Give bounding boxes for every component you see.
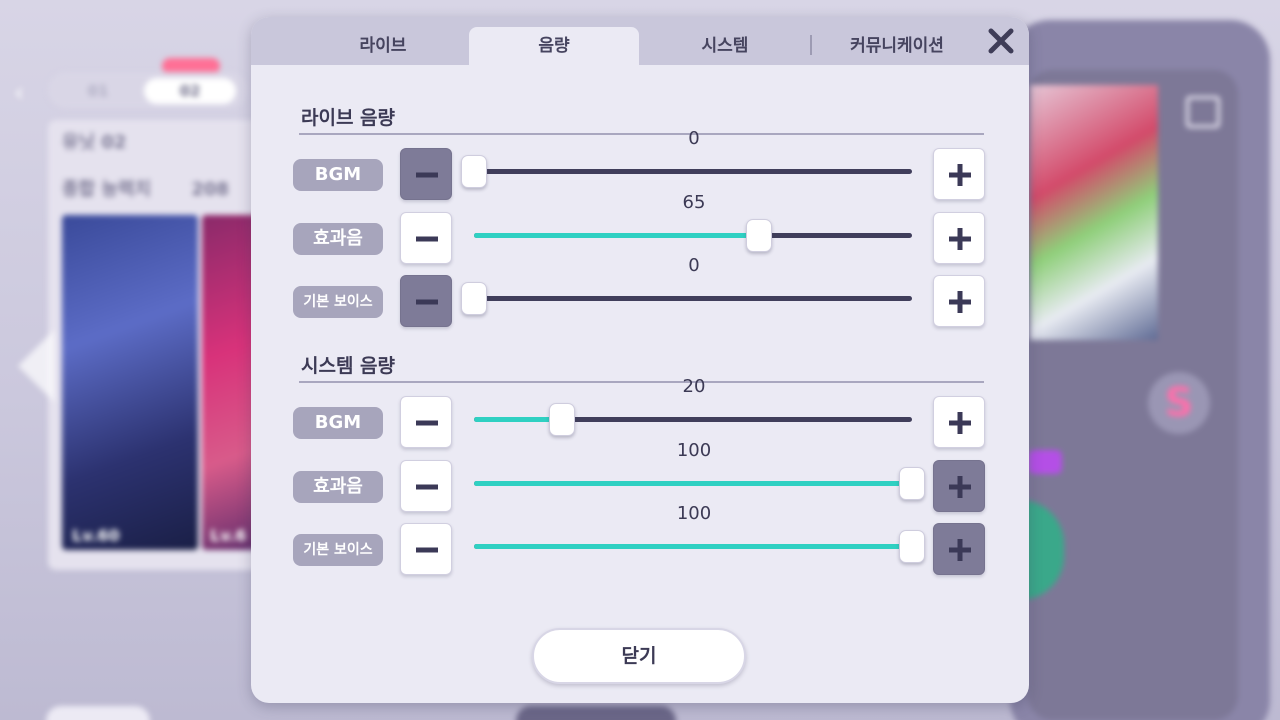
bg-bottom-left-button: [46, 706, 150, 720]
plus-icon: [949, 539, 971, 561]
volume-row: BGM 20: [251, 376, 1029, 452]
volume-row: 효과음 65: [251, 192, 1029, 268]
back-arrow-icon: ‹: [14, 78, 25, 108]
volume-slider-fill: [474, 233, 759, 238]
volume-decrease-button[interactable]: [400, 523, 452, 575]
volume-increase-button[interactable]: [933, 460, 985, 512]
settings-dialog: 라이브 음량 시스템 커뮤니케이션 라이브 음량 BGM 0 효과음 65 기본 보…: [251, 17, 1029, 703]
volume-increase-button[interactable]: [933, 523, 985, 575]
bg-unit-name: 유닛 02: [62, 132, 127, 153]
plus-icon: [949, 291, 971, 313]
volume-decrease-button[interactable]: [400, 275, 452, 327]
volume-slider-track[interactable]: [461, 155, 912, 188]
volume-increase-button[interactable]: [933, 396, 985, 448]
volume-slider-handle[interactable]: [745, 219, 772, 252]
tab-system[interactable]: 시스템: [641, 27, 809, 65]
volume-slider-track[interactable]: [474, 403, 912, 436]
volume-slider-track[interactable]: [461, 282, 912, 315]
tab-live[interactable]: 라이브: [299, 27, 467, 65]
volume-slider-handle[interactable]: [548, 403, 575, 436]
bg-card-1-level: Lv.60: [72, 526, 120, 545]
volume-slider-handle[interactable]: [461, 282, 487, 315]
volume-value: 100: [676, 503, 712, 524]
plus-icon: [949, 164, 971, 186]
volume-decrease-button[interactable]: [400, 460, 452, 512]
bg-purple-badge: [1028, 450, 1062, 474]
plus-icon: [949, 476, 971, 498]
volume-row: 기본 보이스 100: [251, 503, 1029, 579]
volume-slider-track[interactable]: [474, 467, 925, 500]
tab-separator: [810, 35, 812, 55]
bg-power-label: 종합 능력치 208: [62, 175, 229, 201]
bg-share-icon: [1186, 96, 1220, 128]
bg-unit-tabs: 01 02: [48, 72, 248, 108]
volume-slider-handle[interactable]: [899, 467, 925, 500]
volume-label: 기본 보이스: [293, 534, 383, 566]
bg-bottom-center-button: [516, 706, 676, 720]
close-icon[interactable]: [985, 25, 1017, 57]
volume-decrease-button[interactable]: [400, 396, 452, 448]
bg-tab-01: 01: [87, 82, 109, 100]
minus-icon: [416, 420, 438, 426]
minus-icon: [416, 172, 438, 178]
tab-volume[interactable]: 음량: [469, 27, 639, 65]
section-divider: [299, 381, 984, 383]
volume-value: 0: [688, 255, 700, 276]
volume-slider-track[interactable]: [474, 530, 925, 563]
volume-increase-button[interactable]: [933, 275, 985, 327]
plus-icon: [949, 412, 971, 434]
bg-artwork: [1030, 85, 1158, 340]
volume-increase-button[interactable]: [933, 212, 985, 264]
bg-left-arrow-icon: [18, 330, 54, 402]
bg-card-1: [62, 215, 198, 550]
volume-row: 효과음 100: [251, 440, 1029, 516]
volume-value: 100: [676, 440, 712, 461]
volume-label: BGM: [293, 407, 383, 439]
volume-label: 기본 보이스: [293, 286, 383, 318]
bg-power-value: 208: [191, 179, 229, 200]
bg-card-2-level: Lv.6: [210, 526, 247, 545]
tab-communication[interactable]: 커뮤니케이션: [813, 27, 981, 65]
volume-slider-fill: [474, 544, 912, 549]
minus-icon: [416, 484, 438, 490]
volume-row: 기본 보이스 0: [251, 255, 1029, 331]
volume-label: 효과음: [293, 471, 383, 503]
close-x-glyph: [988, 28, 1014, 54]
plus-icon: [949, 228, 971, 250]
bg-tab-02: 02: [144, 78, 236, 104]
minus-icon: [416, 299, 438, 305]
bg-power-text: 종합 능력치: [62, 179, 152, 200]
volume-slider-fill: [474, 481, 912, 486]
volume-value: 65: [682, 192, 706, 213]
volume-slider-handle[interactable]: [461, 155, 487, 188]
minus-icon: [416, 236, 438, 242]
volume-value: 20: [682, 376, 706, 397]
section-divider: [299, 133, 984, 135]
volume-row: BGM 0: [251, 128, 1029, 204]
volume-slider-track[interactable]: [474, 219, 912, 252]
volume-value: 0: [688, 128, 700, 149]
volume-decrease-button[interactable]: [400, 212, 452, 264]
minus-icon: [416, 547, 438, 553]
volume-slider-handle[interactable]: [899, 530, 925, 563]
volume-decrease-button[interactable]: [400, 148, 452, 200]
close-button[interactable]: 닫기: [532, 628, 746, 684]
volume-increase-button[interactable]: [933, 148, 985, 200]
settings-tab-bar: 라이브 음량 시스템 커뮤니케이션: [251, 17, 1029, 65]
volume-label: 효과음: [293, 223, 383, 255]
bg-s-rank-icon: S: [1148, 372, 1210, 434]
section-title-live-volume: 라이브 음량: [301, 107, 396, 129]
section-title-system-volume: 시스템 음량: [301, 355, 396, 377]
volume-label: BGM: [293, 159, 383, 191]
